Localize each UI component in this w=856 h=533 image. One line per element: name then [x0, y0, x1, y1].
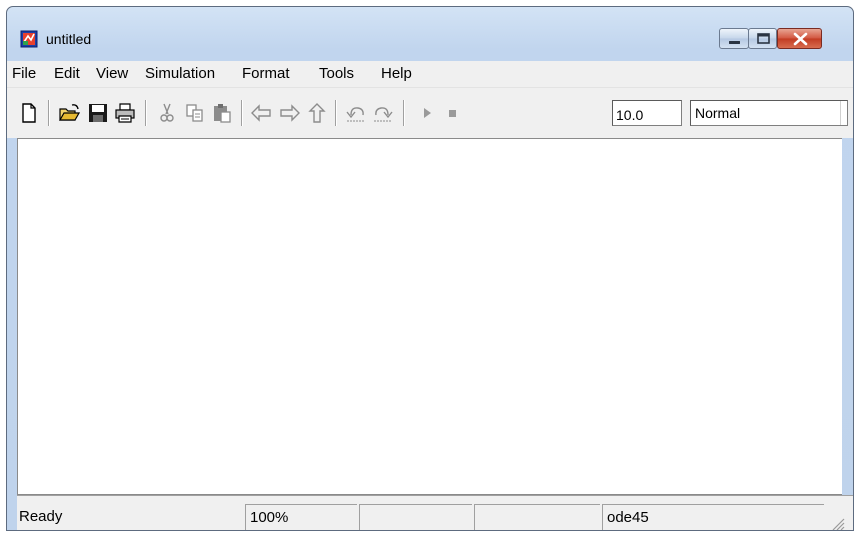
forward-arrow-icon[interactable] [279, 102, 301, 124]
simulink-window: untitled File Edit View Simulation Forma… [6, 6, 854, 531]
menu-tools[interactable]: Tools [319, 65, 354, 82]
print-icon[interactable] [114, 102, 136, 124]
status-text: Ready [19, 508, 63, 525]
menu-file[interactable]: File [12, 65, 36, 82]
toolbar-separator [403, 100, 405, 126]
copy-icon[interactable] [184, 102, 206, 124]
status-pane-empty [359, 504, 472, 530]
play-icon[interactable] [416, 102, 438, 124]
status-pane-empty [474, 504, 600, 530]
status-bar: Ready 100% ode45 [17, 495, 853, 530]
stop-icon[interactable] [442, 102, 464, 124]
simulink-app-icon [20, 30, 38, 48]
toolbar-separator [335, 100, 337, 126]
maximize-icon [757, 33, 770, 44]
window-title: untitled [46, 31, 92, 47]
undo-icon[interactable] [345, 102, 367, 124]
close-button[interactable] [777, 28, 822, 49]
close-icon [793, 32, 808, 46]
zoom-pane: 100% [245, 504, 357, 530]
menu-bar: File Edit View Simulation Format Tools H… [7, 61, 853, 87]
model-canvas[interactable] [17, 138, 842, 495]
stop-time-input[interactable] [612, 100, 682, 126]
back-arrow-icon[interactable] [250, 102, 272, 124]
minimize-icon [729, 41, 740, 44]
cut-icon[interactable] [156, 102, 178, 124]
simulation-mode-value: Normal [695, 105, 741, 121]
menu-edit[interactable]: Edit [54, 65, 80, 82]
up-arrow-icon[interactable] [306, 102, 328, 124]
solver-pane: ode45 [602, 504, 824, 530]
menu-simulation[interactable]: Simulation [145, 65, 215, 82]
toolbar-separator [145, 100, 147, 126]
menu-help[interactable]: Help [381, 65, 412, 82]
toolbar: Normal [7, 87, 853, 138]
toolbar-separator [48, 100, 50, 126]
maximize-button[interactable] [748, 28, 777, 49]
dropdown-arrow-icon[interactable] [840, 101, 847, 125]
minimize-button[interactable] [719, 28, 749, 49]
menu-format[interactable]: Format [242, 65, 290, 82]
resize-grip-icon[interactable] [831, 516, 845, 530]
simulation-mode-dropdown[interactable]: Normal [690, 100, 848, 126]
paste-icon[interactable] [211, 102, 233, 124]
menu-view[interactable]: View [96, 65, 128, 82]
new-icon[interactable] [18, 102, 40, 124]
open-folder-icon[interactable] [58, 102, 80, 124]
toolbar-separator [241, 100, 243, 126]
redo-icon[interactable] [372, 102, 394, 124]
title-bar[interactable]: untitled [7, 7, 853, 61]
save-icon[interactable] [87, 102, 109, 124]
